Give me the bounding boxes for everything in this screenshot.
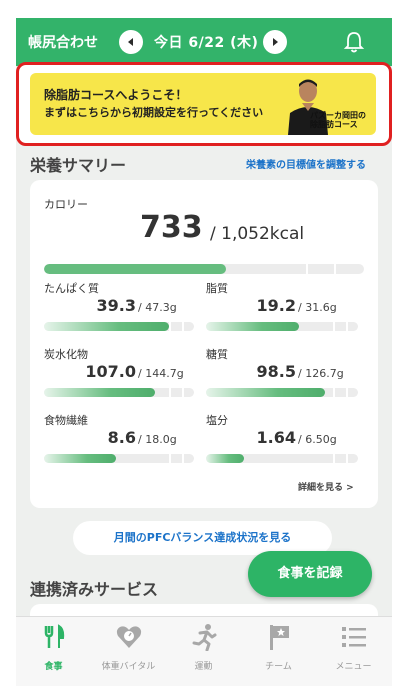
nutrient-progress-fill (44, 388, 155, 397)
heart-scale-icon (116, 626, 142, 648)
nutrient-label: 食物繊維 (44, 414, 88, 427)
calorie-label: カロリー (44, 198, 88, 211)
nutrient-target: / 144.7g (138, 367, 184, 380)
tab-label: 運動 (194, 662, 213, 672)
arrow-right-icon (273, 38, 278, 46)
calorie-progress-bar (44, 264, 364, 274)
adjust-targets-link[interactable]: 栄養素の目標値を調整する (246, 156, 366, 171)
nutrient-progress-fill (44, 322, 169, 331)
nutrient-value: 107.0 (85, 362, 136, 381)
welcome-course-banner[interactable]: 除脂肪コースへようこそ！ まずはこちらから初期設定を行ってください パズーカ岡田… (30, 73, 376, 135)
nutrient-label: 炭水化物 (44, 348, 88, 361)
bottom-tab-bar: 食事 体重バイタル 運動 チーム メニュー (16, 616, 392, 686)
nutrient-progress-fill (44, 454, 116, 463)
nutrient-value: 98.5 (256, 362, 296, 381)
nutrition-summary-title: 栄養サマリー (30, 156, 127, 175)
bar-segment-divider (306, 264, 308, 274)
bar-segment-divider (169, 322, 171, 331)
arrow-left-icon (128, 38, 133, 46)
nutrient-label: 塩分 (206, 414, 228, 427)
nutrient-progress-bar (44, 388, 194, 397)
highlighted-banner-frame: 除脂肪コースへようこそ！ まずはこちらから初期設定を行ってください パズーカ岡田… (16, 62, 392, 146)
nutrient-target: / 18.0g (138, 433, 177, 446)
bar-segment-divider (346, 388, 348, 397)
monthly-pfc-button[interactable]: 月間のPFCバランス達成状況を見る (73, 521, 332, 555)
runner-icon (192, 624, 217, 651)
nutrition-summary-card: カロリー 733 / 1,052kcal たんぱく質 39.3/ 47.3g 脂質 1… (30, 180, 378, 508)
nutrient-progress-bar (206, 388, 358, 397)
bar-segment-divider (333, 454, 335, 463)
menu-list-icon (342, 627, 366, 647)
bar-segment-divider (182, 322, 184, 331)
nutrient-target: / 126.7g (298, 367, 344, 380)
team-flag-icon (270, 625, 289, 650)
tab-team[interactable]: チーム (241, 623, 316, 683)
nutrient-progress-fill (206, 454, 244, 463)
current-date: 今日 6/22 (木) (154, 35, 259, 51)
previous-day-button[interactable] (119, 30, 143, 54)
bar-segment-divider (182, 454, 184, 463)
bell-icon[interactable] (343, 30, 365, 54)
calorie-progress-fill (44, 264, 226, 274)
banner-title: 除脂肪コースへようこそ！ (44, 88, 188, 102)
tab-weight-vital[interactable]: 体重バイタル (91, 623, 166, 683)
nutrient-target: / 31.6g (298, 301, 337, 314)
nutrient-progress-bar (44, 454, 194, 463)
nutrient-value: 8.6 (107, 428, 136, 447)
tab-exercise[interactable]: 運動 (166, 623, 241, 683)
nutrient-label: 糖質 (206, 348, 228, 361)
tab-menu[interactable]: メニュー (316, 623, 391, 683)
nutrient-label: 脂質 (206, 282, 228, 295)
nutrient-progress-fill (206, 322, 299, 331)
bar-segment-divider (182, 388, 184, 397)
page-title: 帳尻合わせ (28, 35, 98, 51)
tab-label: メニュー (335, 662, 372, 672)
nutrient-value: 19.2 (256, 296, 296, 315)
bar-segment-divider (333, 388, 335, 397)
record-meal-button[interactable]: 食事を記録 (248, 551, 372, 597)
nutrient-progress-bar (206, 322, 358, 331)
bar-segment-divider (346, 454, 348, 463)
details-link[interactable]: 詳細を見る > (298, 480, 354, 493)
next-day-button[interactable] (263, 30, 287, 54)
nutrient-value: 1.64 (256, 428, 296, 447)
nutrient-progress-bar (206, 454, 358, 463)
bar-segment-divider (333, 322, 335, 331)
nutrient-target: / 6.50g (298, 433, 337, 446)
course-logo-text: パズーカ岡田の 除脂肪コース (310, 111, 366, 129)
bar-segment-divider (169, 388, 171, 397)
calorie-value: 733 (140, 210, 203, 245)
bar-segment-divider (334, 264, 336, 274)
tab-label: 食事 (44, 662, 63, 672)
app-screen: 帳尻合わせ 今日 6/22 (木) 除脂肪コースへようこそ！ まずはこちらから初… (16, 18, 392, 686)
tab-meal[interactable]: 食事 (16, 623, 91, 683)
bar-segment-divider (346, 322, 348, 331)
fork-knife-icon (44, 624, 65, 648)
banner-subtitle: まずはこちらから初期設定を行ってください (44, 106, 264, 119)
nutrient-progress-fill (206, 388, 325, 397)
linked-services-title: 連携済みサービス (30, 580, 159, 599)
nutrient-target: / 47.3g (138, 301, 177, 314)
tab-label: 体重バイタル (101, 662, 156, 672)
bar-segment-divider (169, 454, 171, 463)
tab-label: チーム (265, 662, 292, 672)
nutrient-progress-bar (44, 322, 194, 331)
nutrient-label: たんぱく質 (44, 282, 99, 295)
nutrient-value: 39.3 (96, 296, 136, 315)
calorie-target: / 1,052kcal (210, 224, 305, 244)
top-header: 帳尻合わせ 今日 6/22 (木) (16, 18, 392, 66)
